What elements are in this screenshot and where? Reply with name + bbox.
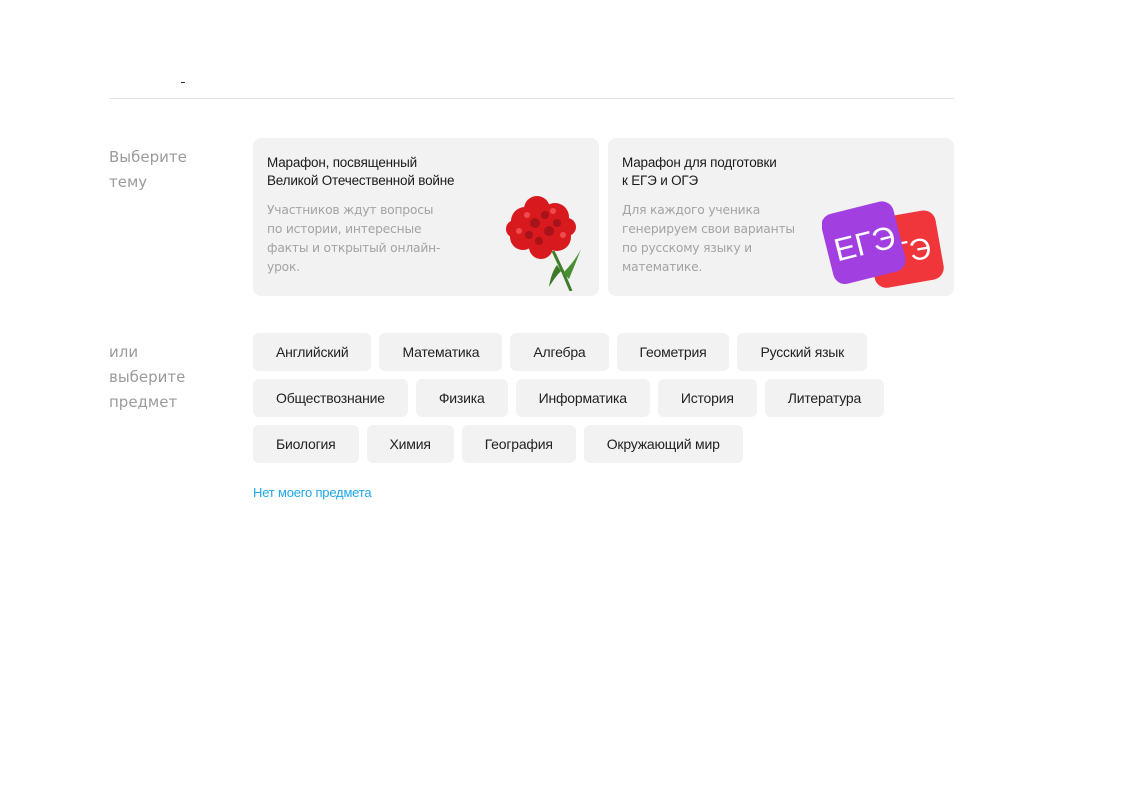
card-title-line: к ЕГЭ и ОГЭ [622, 173, 699, 188]
subject-chip-world-around[interactable]: Окружающий мир [583, 425, 743, 463]
subject-chip-row: Обществознание Физика Информатика Истори… [253, 379, 933, 417]
card-description: Для каждого ученика генерируем свои вари… [622, 201, 822, 277]
card-description: Участников ждут вопросы по истории, инте… [267, 201, 467, 277]
subject-chip-math[interactable]: Математика [379, 333, 503, 371]
subject-chip-russian[interactable]: Русский язык [737, 333, 868, 371]
subject-chip-informatics[interactable]: Информатика [515, 379, 650, 417]
subject-chip-geometry[interactable]: Геометрия [616, 333, 730, 371]
subject-chip-literature[interactable]: Литература [764, 379, 885, 417]
subject-section-label: или выберите предмет [109, 343, 186, 411]
card-description-line: по русскому языку и [622, 241, 752, 255]
card-title-line: Марафон, посвященный [267, 155, 418, 170]
carnation-flower-icon [479, 191, 599, 296]
card-description-line: по истории, интересные [267, 222, 422, 236]
card-title-line: Великой Отечественной войне [267, 173, 455, 188]
ege-oge-badges-icon: ОГЭ ЕГЭ [821, 199, 954, 296]
marathon-card-victory[interactable]: Марафон, посвященный Великой Отечественн… [253, 138, 599, 296]
subject-chip-geography[interactable]: География [461, 425, 576, 463]
no-subject-link[interactable]: Нет моего предмета [253, 485, 372, 500]
card-description-line: математике. [622, 260, 703, 274]
card-description-line: Участников ждут вопросы [267, 203, 434, 217]
card-title-line: Марафон для подготовки [622, 155, 777, 170]
theme-section-label: Выберите тему [109, 148, 187, 191]
marathon-card-exams[interactable]: Марафон для подготовки к ЕГЭ и ОГЭ Для к… [608, 138, 954, 296]
header-divider [109, 98, 954, 99]
subject-chip-row: Биология Химия География Окружающий мир [253, 425, 933, 463]
subject-chip-list: Английский Математика Алгебра Геометрия … [253, 333, 933, 471]
header-dash [181, 82, 185, 83]
card-description-line: урок. [267, 260, 300, 274]
subject-chip-chemistry[interactable]: Химия [366, 425, 454, 463]
card-title: Марафон, посвященный Великой Отечественн… [267, 154, 497, 190]
subject-chip-physics[interactable]: Физика [415, 379, 508, 417]
card-description-line: факты и открытый онлайн- [267, 241, 441, 255]
subject-chip-biology[interactable]: Биология [253, 425, 359, 463]
subject-chip-social-studies[interactable]: Обществознание [253, 379, 408, 417]
subject-chip-history[interactable]: История [657, 379, 757, 417]
subject-chip-english[interactable]: Английский [253, 333, 372, 371]
card-description-line: генерируем свои варианты [622, 222, 795, 236]
card-description-line: Для каждого ученика [622, 203, 761, 217]
subject-chip-algebra[interactable]: Алгебра [510, 333, 609, 371]
subject-chip-row: Английский Математика Алгебра Геометрия … [253, 333, 933, 371]
card-title: Марафон для подготовки к ЕГЭ и ОГЭ [622, 154, 852, 190]
